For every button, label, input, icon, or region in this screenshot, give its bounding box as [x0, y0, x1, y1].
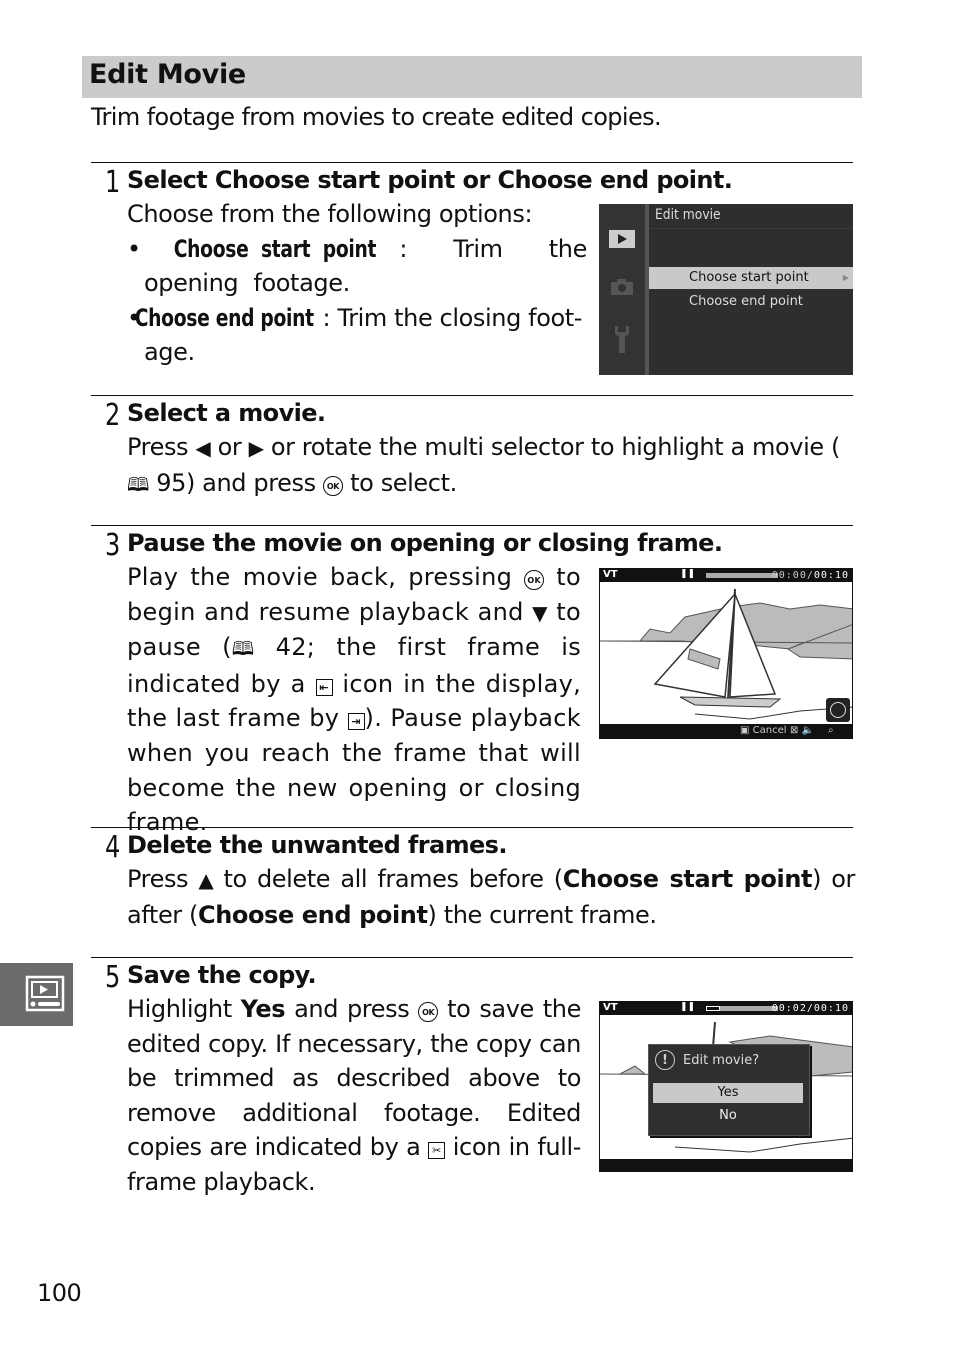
book-reference-icon: 🕮 [231, 638, 255, 661]
camera-icon [609, 278, 635, 296]
pause-icon: ❚❚ [680, 569, 696, 579]
playback-status-bar: VT ❚❚ 00:02/00:10 [600, 1002, 852, 1015]
edit-confirm-screen: VT ❚❚ 00:02/00:10 ! Edit movie? Yes No [599, 1001, 853, 1172]
menu-item-choose-start-point[interactable]: Choose start point ▶ [649, 267, 853, 289]
movie-playback-screen: VT ❚❚ 00:00/00:10 ▣ Cancel ⊠ 🔈 ⌕ [599, 568, 853, 739]
section-title-bar: Edit Movie [82, 56, 862, 98]
ok-button-icon: OK [524, 570, 545, 590]
section-intro: Trim footage from movies to create edite… [91, 103, 662, 131]
sailboat-illustration [600, 588, 852, 720]
edited-copy-icon: ✂ [428, 1142, 446, 1160]
page-number: 100 [37, 1279, 82, 1307]
step-body: Press ◀ or ▶ or rotate the multi selecto… [127, 430, 855, 502]
pause-icon: ❚❚ [680, 1002, 696, 1012]
edit-movie-icon: VT [603, 569, 618, 580]
step-3: 3 Pause the movie on opening or closing … [91, 525, 853, 836]
step-body: Play the movie back, pressing OK to begi… [127, 563, 582, 837]
time-readout: 00:02/00:10 [771, 1003, 849, 1014]
step-lead: Choose from the following options: [127, 200, 533, 228]
left-arrow-icon: ◀ [195, 436, 211, 460]
step-number: 1 [105, 165, 121, 200]
step-2: 2 Select a movie. Press ◀ or ▶ or rotate… [91, 395, 853, 524]
ok-button-icon: OK [418, 1002, 439, 1022]
step-5: 5 Save the copy. Highlight Yes and press… [91, 957, 853, 1208]
chapter-tab [0, 963, 73, 1026]
menu-title: Edit movie [655, 207, 721, 223]
playback-controls-bar: ▣ Cancel ⊠ 🔈 ⌕ [600, 724, 852, 738]
step-body: Choose from the following options: • Cho… [127, 197, 587, 370]
multi-selector-icon [826, 698, 850, 722]
time-readout: 00:00/00:10 [771, 570, 849, 581]
step-number: 5 [105, 960, 121, 995]
progress-bar [706, 1006, 778, 1011]
step-heading: Select Choose start point or Choose end … [127, 166, 733, 194]
wrench-icon [609, 324, 635, 354]
dialog-option-yes[interactable]: Yes [653, 1083, 803, 1103]
chevron-right-icon: ▶ [842, 273, 849, 282]
progress-bar [706, 573, 778, 578]
step-number: 2 [105, 398, 121, 433]
step-1: 1 Select Choose start point or Choose en… [91, 162, 853, 395]
step-4: 4 Delete the unwanted frames. Press ▲ to… [91, 827, 855, 956]
ok-button-icon: OK [322, 475, 343, 496]
volume-icon: ⊠ 🔈 [790, 725, 815, 736]
step-body: Press ▲ to delete all frames before (Cho… [127, 865, 855, 929]
bullet-item: • Choose end point: Trim the closing foo… [127, 303, 583, 367]
edit-movie-dialog: ! Edit movie? Yes No [648, 1044, 810, 1136]
step-number: 4 [105, 830, 121, 865]
playback-menu-icon [25, 975, 65, 1012]
warning-icon: ! [655, 1050, 675, 1070]
down-arrow-icon: ▼ [532, 600, 548, 625]
up-arrow-icon: ▲ [198, 868, 214, 892]
step-number: 3 [105, 528, 121, 563]
edit-movie-icon: VT [603, 1002, 618, 1013]
step-heading: Delete the unwanted frames. [127, 831, 507, 859]
menu-divider [645, 204, 649, 375]
first-frame-icon: ⇤ [315, 678, 333, 696]
menu-title-underline [649, 228, 853, 229]
step-heading: Select a movie. [127, 399, 326, 427]
menu-sidebar [599, 204, 645, 375]
step-body: Highlight Yes and press OK to save the e… [127, 995, 581, 1196]
cancel-button[interactable]: ▣ Cancel [740, 724, 787, 738]
bullet-item: • Choose start point: Trim the opening f… [127, 234, 587, 298]
edit-movie-menu-screen: Edit movie Choose start point ▶ Choose e… [599, 204, 853, 375]
dialog-option-no[interactable]: No [653, 1106, 803, 1126]
playback-status-bar: VT ❚❚ 00:00/00:10 [600, 569, 852, 582]
step-heading: Pause the movie on opening or closing fr… [127, 529, 723, 557]
section-title: Edit Movie [89, 59, 246, 90]
playback-icon [609, 230, 635, 248]
book-reference-icon: 🕮 [127, 473, 150, 496]
right-arrow-icon: ▶ [248, 436, 264, 460]
menu-item-choose-end-point[interactable]: Choose end point [649, 291, 853, 313]
dialog-title: Edit movie? [683, 1053, 760, 1068]
zoom-icon: ⌕ [828, 725, 834, 736]
last-frame-icon: ⇥ [347, 713, 365, 731]
step-heading: Save the copy. [127, 961, 317, 989]
bottom-bar [600, 1159, 852, 1171]
